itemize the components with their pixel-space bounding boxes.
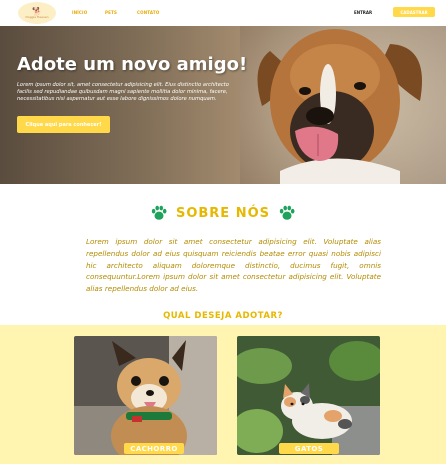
adopt-question: QUAL DESEJA ADOTAR? xyxy=(163,311,283,321)
about-title: SOBRE NÓS xyxy=(175,206,271,221)
login-link[interactable]: ENTRAR xyxy=(354,10,372,15)
dog-photo xyxy=(74,336,217,455)
paw-icon xyxy=(279,205,295,220)
hero-description: Lorem ipsum dolor sit, amet consectetur … xyxy=(17,82,229,102)
hero-banner: Adote um novo amigo! Lorem ipsum dolor s… xyxy=(0,26,446,184)
navbar: 🐕 Doggie Heaven INÍCIO PETS CONTATO ENTR… xyxy=(0,0,446,26)
cat-card[interactable]: GATOS xyxy=(237,336,380,455)
about-section: SOBRE NÓS Lorem ipsum dolor sit amet con… xyxy=(0,184,446,325)
hero-cta-button[interactable]: Clique aqui para conhecer! xyxy=(17,116,110,133)
logo-text: Doggie Heaven xyxy=(25,14,49,19)
cat-card-label[interactable]: GATOS xyxy=(279,443,339,454)
dog-card[interactable]: CACHORRO xyxy=(74,336,217,455)
signup-button[interactable]: CADASTRAR xyxy=(393,7,435,17)
about-text: Lorem ipsum dolor sit amet consectetur a… xyxy=(86,237,381,294)
dog-card-label[interactable]: CACHORRO xyxy=(124,443,184,454)
nav-link-pets[interactable]: PETS xyxy=(105,10,117,15)
adopt-section: CACHORRO GATOS xyxy=(0,325,446,464)
nav-link-inicio[interactable]: INÍCIO xyxy=(72,10,87,15)
cat-photo xyxy=(237,336,380,455)
nav-link-contato[interactable]: CONTATO xyxy=(137,10,159,15)
logo[interactable]: 🐕 Doggie Heaven xyxy=(18,2,56,24)
hero-title: Adote um novo amigo! xyxy=(17,54,248,75)
puppy-photo xyxy=(240,26,446,184)
